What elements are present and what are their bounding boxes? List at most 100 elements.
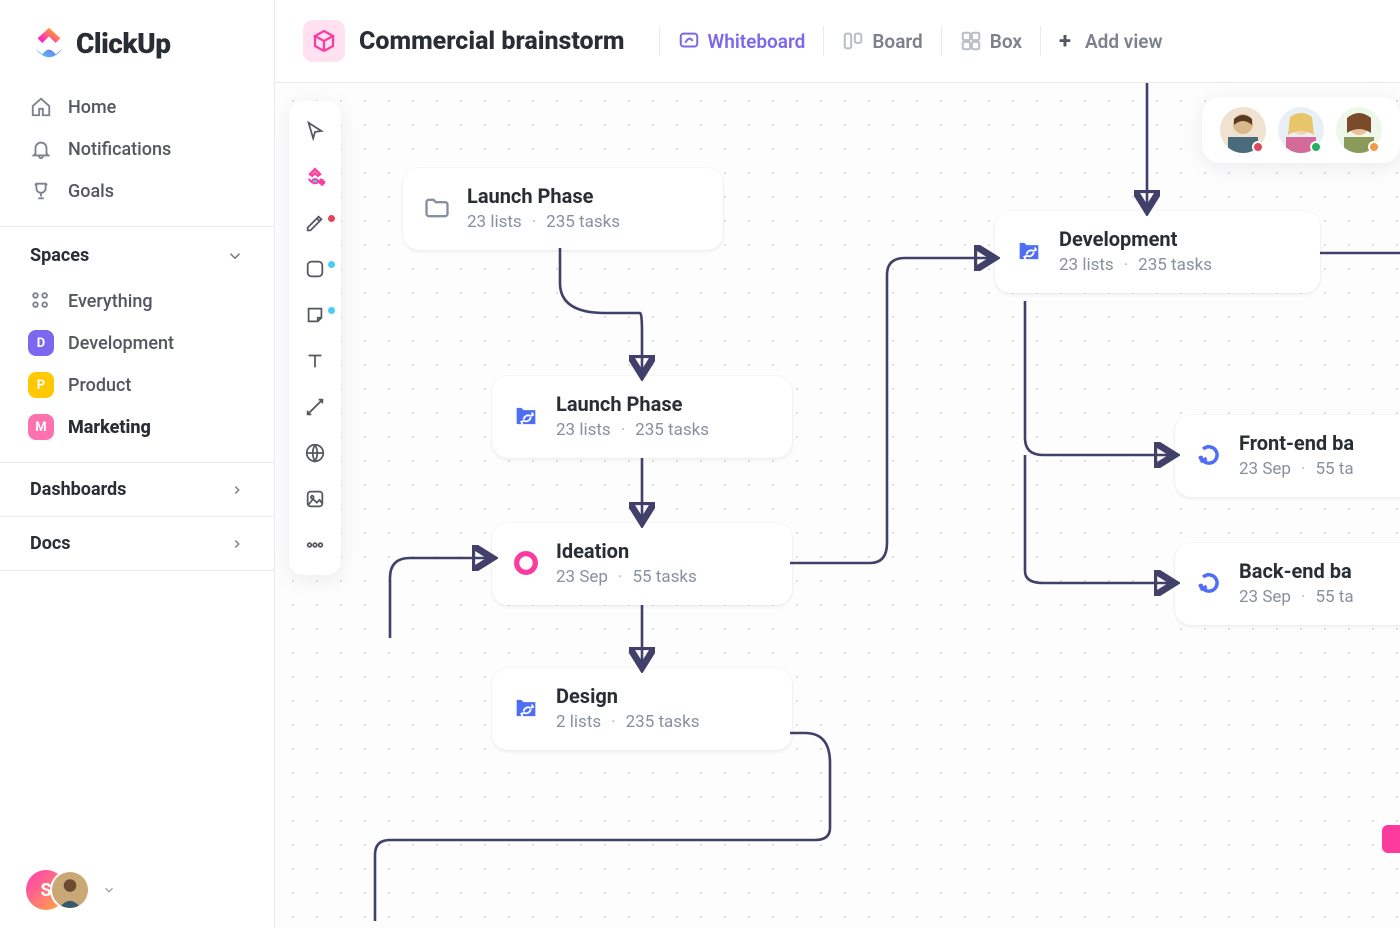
connector-icon <box>304 396 326 418</box>
card-backend[interactable]: Back-end ba 23 Sep55 ta <box>1175 543 1400 625</box>
folder-icon <box>423 194 451 222</box>
view-label: Whiteboard <box>708 30 806 53</box>
plus-icon: + <box>1059 29 1071 54</box>
space-label: Marketing <box>68 417 151 438</box>
collaborator-avatars[interactable] <box>1202 97 1400 163</box>
edge-handle[interactable] <box>1382 825 1400 853</box>
card-meta: 23 Sep <box>1239 587 1291 607</box>
view-whiteboard[interactable]: Whiteboard <box>674 26 810 57</box>
page-icon[interactable] <box>303 20 345 62</box>
sidebar-everything[interactable]: Everything <box>0 280 274 322</box>
card-meta: 235 tasks <box>1124 255 1212 275</box>
avatar-photo <box>50 870 90 910</box>
image-icon <box>304 488 326 510</box>
chevron-down-icon <box>226 247 244 265</box>
card-meta: 235 tasks <box>532 212 620 232</box>
card-launch-phase[interactable]: Launch Phase 23 lists 235 tasks <box>492 376 792 458</box>
nav-notifications[interactable]: Notifications <box>14 128 260 170</box>
color-dot <box>328 307 335 314</box>
avatar[interactable] <box>1336 107 1382 153</box>
tool-connector[interactable] <box>289 391 341 423</box>
clickup-add-icon: + <box>304 166 326 188</box>
more-icon <box>304 534 326 556</box>
avatar[interactable] <box>1278 107 1324 153</box>
divider <box>659 26 660 56</box>
tool-text[interactable] <box>289 345 341 377</box>
whiteboard-canvas[interactable]: + <box>275 83 1400 928</box>
sidebar-footer[interactable]: S <box>0 852 274 928</box>
tool-image[interactable] <box>289 483 341 515</box>
tool-web[interactable] <box>289 437 341 469</box>
whiteboard-icon <box>678 30 700 52</box>
add-view-button[interactable]: + Add view <box>1055 25 1167 58</box>
svg-text:+: + <box>320 178 325 188</box>
card-meta: 235 tasks <box>621 420 709 440</box>
everything-label: Everything <box>68 291 153 312</box>
card-ideation[interactable]: Ideation 23 Sep 55 tasks <box>492 523 792 605</box>
tool-shape[interactable] <box>289 253 341 285</box>
bell-icon <box>30 138 52 160</box>
spaces-header[interactable]: Spaces <box>0 226 274 280</box>
color-dot <box>328 261 335 268</box>
sidebar-dashboards[interactable]: Dashboards <box>0 462 274 516</box>
status-dot <box>1368 141 1380 153</box>
sidebar-space-marketing[interactable]: M Marketing <box>0 406 274 448</box>
sync-icon <box>1015 237 1043 265</box>
space-badge: D <box>28 330 54 356</box>
chevron-right-icon <box>230 483 244 497</box>
card-meta: 23 lists <box>556 420 611 440</box>
board-icon <box>842 30 864 52</box>
space-badge: P <box>28 372 54 398</box>
tool-sticky[interactable] <box>289 299 341 331</box>
card-title: Ideation <box>556 539 697 563</box>
tool-clickup[interactable]: + <box>289 161 341 193</box>
workspace-avatar: S <box>26 870 86 910</box>
sidebar-space-development[interactable]: D Development <box>0 322 274 364</box>
box-icon <box>960 30 982 52</box>
color-dot <box>328 215 335 222</box>
card-meta: 55 ta <box>1301 459 1354 479</box>
card-frontend[interactable]: Front-end ba 23 Sep55 ta <box>1175 415 1400 497</box>
nav-home[interactable]: Home <box>14 86 260 128</box>
page-title[interactable]: Commercial brainstorm <box>359 27 625 56</box>
chevron-right-icon <box>230 537 244 551</box>
divider <box>1040 26 1041 56</box>
card-development[interactable]: Development 23 lists235 tasks <box>995 211 1320 293</box>
cycle-icon <box>1195 569 1223 597</box>
card-meta: 2 lists <box>556 712 601 732</box>
sticky-icon <box>304 304 326 326</box>
header: Commercial brainstorm Whiteboard Board B… <box>275 0 1400 83</box>
shape-icon <box>304 258 326 280</box>
nav-label: Goals <box>68 181 114 202</box>
dashboards-label: Dashboards <box>30 479 126 500</box>
sidebar-docs[interactable]: Docs <box>0 516 274 571</box>
view-label: Box <box>990 30 1022 53</box>
nav-goals[interactable]: Goals <box>14 170 260 212</box>
view-box[interactable]: Box <box>956 26 1026 57</box>
spaces-title: Spaces <box>30 245 89 266</box>
card-title: Development <box>1059 227 1212 251</box>
card-title: Launch Phase <box>556 392 709 416</box>
tool-pen[interactable] <box>289 207 341 239</box>
globe-icon <box>304 442 326 464</box>
cube-icon <box>312 29 336 53</box>
tool-cursor[interactable] <box>289 115 341 147</box>
add-view-label: Add view <box>1085 30 1163 53</box>
logo[interactable]: ClickUp <box>0 0 274 82</box>
sync-icon <box>512 402 540 430</box>
avatar[interactable] <box>1220 107 1266 153</box>
sidebar-space-product[interactable]: P Product <box>0 364 274 406</box>
card-launch-phase-folder[interactable]: Launch Phase 23 lists235 tasks <box>403 168 723 250</box>
view-board[interactable]: Board <box>838 26 926 57</box>
tool-more[interactable] <box>289 529 341 561</box>
grid-icon <box>28 288 54 314</box>
divider <box>823 26 824 56</box>
chevron-down-icon <box>102 883 116 897</box>
card-meta: 23 Sep <box>556 567 608 587</box>
whiteboard-toolbar: + <box>289 101 341 575</box>
card-meta: 55 tasks <box>618 567 697 587</box>
nav-label: Home <box>68 97 116 118</box>
card-design[interactable]: Design 2 lists235 tasks <box>492 668 792 750</box>
cursor-icon <box>304 120 326 142</box>
card-meta: 23 Sep <box>1239 459 1291 479</box>
